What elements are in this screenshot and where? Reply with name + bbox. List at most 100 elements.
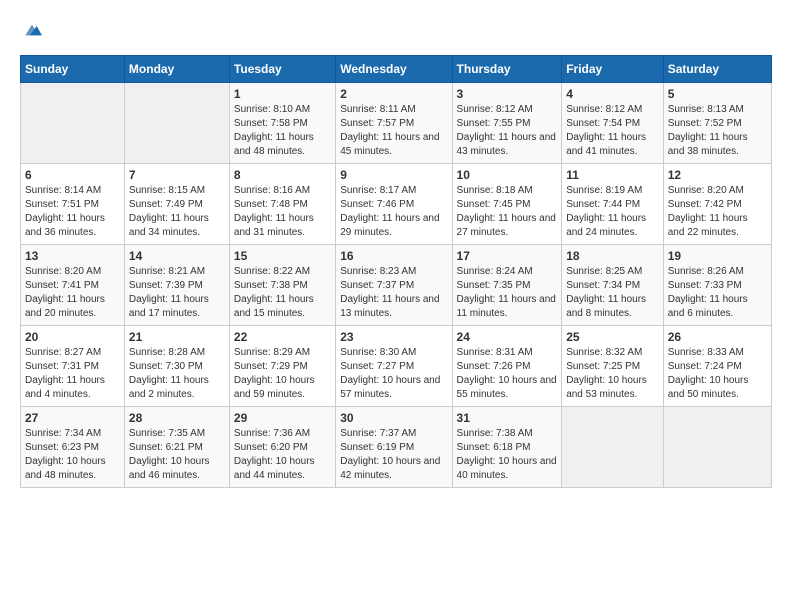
day-number: 13	[25, 249, 120, 263]
day-number: 22	[234, 330, 331, 344]
day-info: Sunrise: 8:12 AM Sunset: 7:55 PM Dayligh…	[457, 103, 558, 159]
calendar-cell: 13 Sunrise: 8:20 AM Sunset: 7:41 PM Dayl…	[21, 244, 125, 325]
day-info: Sunrise: 7:34 AM Sunset: 6:23 PM Dayligh…	[25, 427, 120, 483]
calendar-cell: 4 Sunrise: 8:12 AM Sunset: 7:54 PM Dayli…	[562, 82, 664, 163]
calendar-cell: 29 Sunrise: 7:36 AM Sunset: 6:20 PM Dayl…	[229, 406, 335, 487]
day-number: 16	[340, 249, 447, 263]
day-number: 29	[234, 411, 331, 425]
day-number: 30	[340, 411, 447, 425]
calendar-cell: 26 Sunrise: 8:33 AM Sunset: 7:24 PM Dayl…	[663, 325, 771, 406]
calendar-table: SundayMondayTuesdayWednesdayThursdayFrid…	[20, 55, 772, 488]
calendar-cell: 9 Sunrise: 8:17 AM Sunset: 7:46 PM Dayli…	[336, 163, 452, 244]
weekday-header-sunday: Sunday	[21, 55, 125, 82]
day-info: Sunrise: 8:15 AM Sunset: 7:49 PM Dayligh…	[129, 184, 225, 240]
day-info: Sunrise: 8:20 AM Sunset: 7:42 PM Dayligh…	[668, 184, 767, 240]
calendar-cell: 21 Sunrise: 8:28 AM Sunset: 7:30 PM Dayl…	[124, 325, 229, 406]
day-info: Sunrise: 8:23 AM Sunset: 7:37 PM Dayligh…	[340, 265, 447, 321]
day-info: Sunrise: 8:17 AM Sunset: 7:46 PM Dayligh…	[340, 184, 447, 240]
calendar-week-row: 6 Sunrise: 8:14 AM Sunset: 7:51 PM Dayli…	[21, 163, 772, 244]
day-number: 26	[668, 330, 767, 344]
calendar-week-row: 1 Sunrise: 8:10 AM Sunset: 7:58 PM Dayli…	[21, 82, 772, 163]
day-number: 2	[340, 87, 447, 101]
day-number: 5	[668, 87, 767, 101]
day-number: 8	[234, 168, 331, 182]
calendar-cell: 25 Sunrise: 8:32 AM Sunset: 7:25 PM Dayl…	[562, 325, 664, 406]
logo	[20, 20, 42, 45]
logo-icon	[22, 20, 42, 40]
day-info: Sunrise: 7:36 AM Sunset: 6:20 PM Dayligh…	[234, 427, 331, 483]
calendar-cell: 1 Sunrise: 8:10 AM Sunset: 7:58 PM Dayli…	[229, 82, 335, 163]
day-info: Sunrise: 8:18 AM Sunset: 7:45 PM Dayligh…	[457, 184, 558, 240]
calendar-cell: 10 Sunrise: 8:18 AM Sunset: 7:45 PM Dayl…	[452, 163, 562, 244]
day-info: Sunrise: 8:29 AM Sunset: 7:29 PM Dayligh…	[234, 346, 331, 402]
calendar-cell: 24 Sunrise: 8:31 AM Sunset: 7:26 PM Dayl…	[452, 325, 562, 406]
calendar-cell: 27 Sunrise: 7:34 AM Sunset: 6:23 PM Dayl…	[21, 406, 125, 487]
weekday-header-wednesday: Wednesday	[336, 55, 452, 82]
weekday-header-thursday: Thursday	[452, 55, 562, 82]
day-number: 9	[340, 168, 447, 182]
day-number: 19	[668, 249, 767, 263]
day-number: 3	[457, 87, 558, 101]
day-info: Sunrise: 8:32 AM Sunset: 7:25 PM Dayligh…	[566, 346, 659, 402]
calendar-cell: 6 Sunrise: 8:14 AM Sunset: 7:51 PM Dayli…	[21, 163, 125, 244]
calendar-cell: 11 Sunrise: 8:19 AM Sunset: 7:44 PM Dayl…	[562, 163, 664, 244]
day-number: 1	[234, 87, 331, 101]
day-info: Sunrise: 8:33 AM Sunset: 7:24 PM Dayligh…	[668, 346, 767, 402]
day-number: 25	[566, 330, 659, 344]
day-info: Sunrise: 7:38 AM Sunset: 6:18 PM Dayligh…	[457, 427, 558, 483]
calendar-cell: 22 Sunrise: 8:29 AM Sunset: 7:29 PM Dayl…	[229, 325, 335, 406]
day-info: Sunrise: 8:31 AM Sunset: 7:26 PM Dayligh…	[457, 346, 558, 402]
day-info: Sunrise: 8:21 AM Sunset: 7:39 PM Dayligh…	[129, 265, 225, 321]
calendar-cell	[21, 82, 125, 163]
day-info: Sunrise: 8:26 AM Sunset: 7:33 PM Dayligh…	[668, 265, 767, 321]
day-info: Sunrise: 8:11 AM Sunset: 7:57 PM Dayligh…	[340, 103, 447, 159]
day-number: 31	[457, 411, 558, 425]
day-info: Sunrise: 8:10 AM Sunset: 7:58 PM Dayligh…	[234, 103, 331, 159]
day-info: Sunrise: 7:37 AM Sunset: 6:19 PM Dayligh…	[340, 427, 447, 483]
logo-text	[20, 20, 42, 45]
day-number: 4	[566, 87, 659, 101]
day-info: Sunrise: 8:25 AM Sunset: 7:34 PM Dayligh…	[566, 265, 659, 321]
day-number: 20	[25, 330, 120, 344]
calendar-cell: 17 Sunrise: 8:24 AM Sunset: 7:35 PM Dayl…	[452, 244, 562, 325]
day-number: 28	[129, 411, 225, 425]
calendar-cell: 8 Sunrise: 8:16 AM Sunset: 7:48 PM Dayli…	[229, 163, 335, 244]
day-info: Sunrise: 8:24 AM Sunset: 7:35 PM Dayligh…	[457, 265, 558, 321]
day-number: 11	[566, 168, 659, 182]
calendar-week-row: 27 Sunrise: 7:34 AM Sunset: 6:23 PM Dayl…	[21, 406, 772, 487]
calendar-cell	[562, 406, 664, 487]
day-number: 27	[25, 411, 120, 425]
calendar-cell: 30 Sunrise: 7:37 AM Sunset: 6:19 PM Dayl…	[336, 406, 452, 487]
day-info: Sunrise: 8:14 AM Sunset: 7:51 PM Dayligh…	[25, 184, 120, 240]
day-number: 12	[668, 168, 767, 182]
calendar-cell: 23 Sunrise: 8:30 AM Sunset: 7:27 PM Dayl…	[336, 325, 452, 406]
calendar-cell: 14 Sunrise: 8:21 AM Sunset: 7:39 PM Dayl…	[124, 244, 229, 325]
day-number: 21	[129, 330, 225, 344]
calendar-week-row: 13 Sunrise: 8:20 AM Sunset: 7:41 PM Dayl…	[21, 244, 772, 325]
weekday-header-monday: Monday	[124, 55, 229, 82]
calendar-cell: 2 Sunrise: 8:11 AM Sunset: 7:57 PM Dayli…	[336, 82, 452, 163]
day-number: 10	[457, 168, 558, 182]
calendar-cell	[124, 82, 229, 163]
calendar-cell: 28 Sunrise: 7:35 AM Sunset: 6:21 PM Dayl…	[124, 406, 229, 487]
calendar-cell	[663, 406, 771, 487]
weekday-header-saturday: Saturday	[663, 55, 771, 82]
calendar-cell: 12 Sunrise: 8:20 AM Sunset: 7:42 PM Dayl…	[663, 163, 771, 244]
day-info: Sunrise: 8:13 AM Sunset: 7:52 PM Dayligh…	[668, 103, 767, 159]
day-number: 18	[566, 249, 659, 263]
day-number: 6	[25, 168, 120, 182]
calendar-cell: 16 Sunrise: 8:23 AM Sunset: 7:37 PM Dayl…	[336, 244, 452, 325]
day-info: Sunrise: 8:28 AM Sunset: 7:30 PM Dayligh…	[129, 346, 225, 402]
weekday-header-friday: Friday	[562, 55, 664, 82]
day-info: Sunrise: 8:12 AM Sunset: 7:54 PM Dayligh…	[566, 103, 659, 159]
weekday-row: SundayMondayTuesdayWednesdayThursdayFrid…	[21, 55, 772, 82]
day-number: 23	[340, 330, 447, 344]
calendar-body: 1 Sunrise: 8:10 AM Sunset: 7:58 PM Dayli…	[21, 82, 772, 487]
day-number: 15	[234, 249, 331, 263]
calendar-cell: 20 Sunrise: 8:27 AM Sunset: 7:31 PM Dayl…	[21, 325, 125, 406]
page-header	[20, 20, 772, 45]
day-info: Sunrise: 7:35 AM Sunset: 6:21 PM Dayligh…	[129, 427, 225, 483]
calendar-header: SundayMondayTuesdayWednesdayThursdayFrid…	[21, 55, 772, 82]
calendar-week-row: 20 Sunrise: 8:27 AM Sunset: 7:31 PM Dayl…	[21, 325, 772, 406]
day-number: 7	[129, 168, 225, 182]
